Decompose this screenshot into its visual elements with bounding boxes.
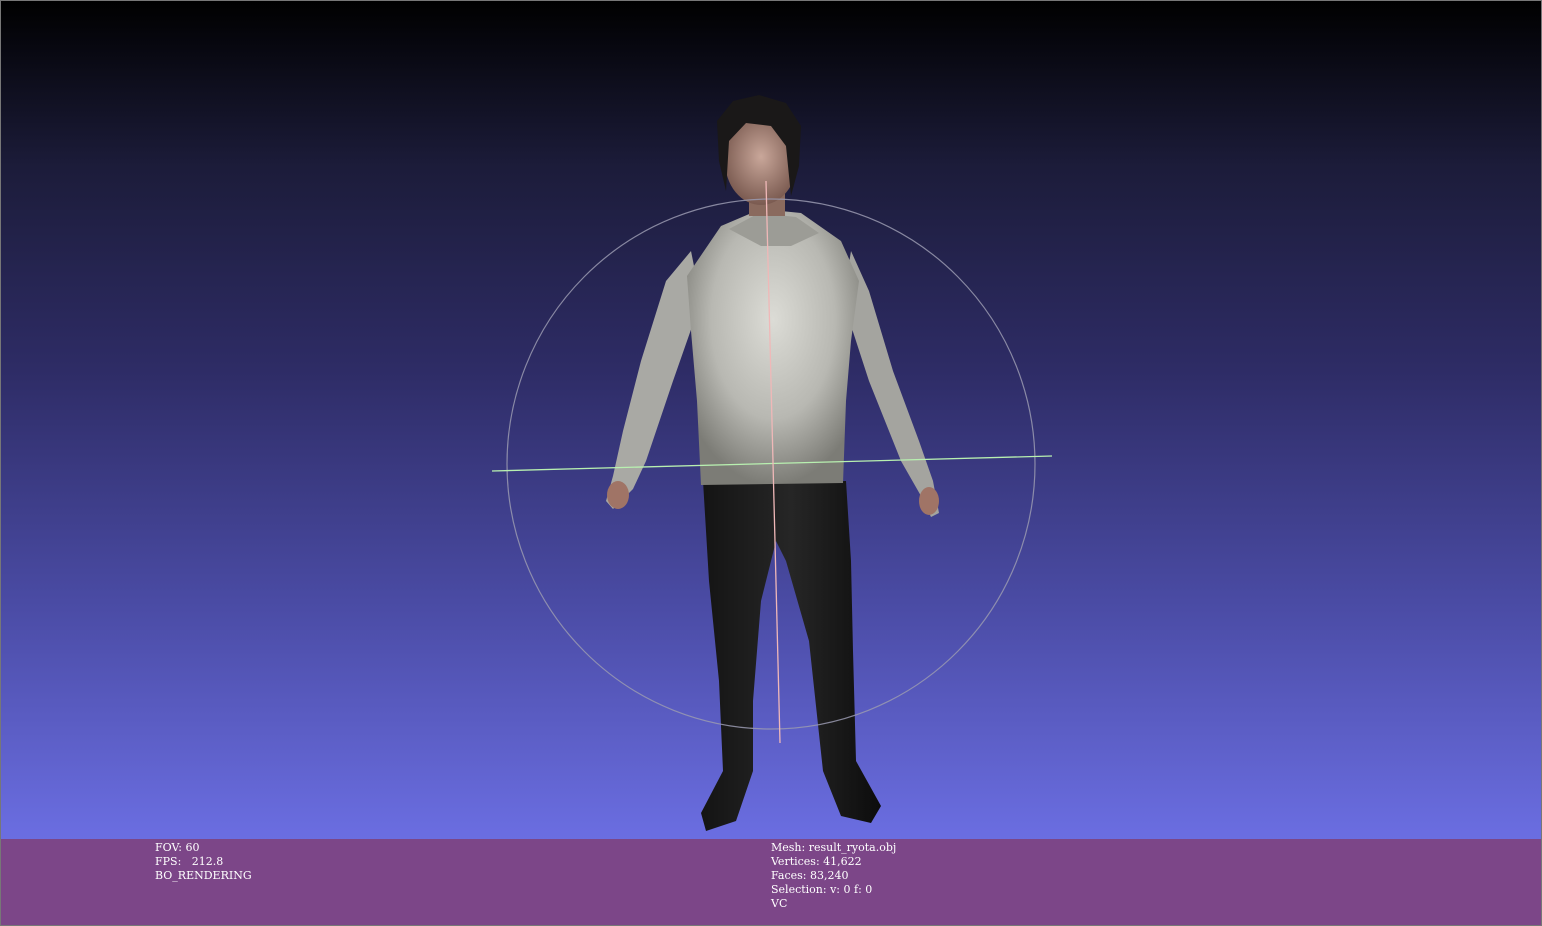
mesh-name-readout: Mesh: result_ryota.obj — [771, 841, 897, 854]
selection-readout: Selection: v: 0 f: 0 — [771, 883, 873, 896]
mesh-left-arm — [606, 251, 701, 509]
render-mode-readout: BO_RENDERING — [155, 869, 252, 882]
mesh-right-hand — [919, 487, 939, 515]
fov-readout: FOV: 60 — [155, 841, 200, 854]
status-info-bar: FOV: 60 FPS: 212.8 BO_RENDERING Mesh: re… — [1, 839, 1541, 925]
mesh-left-hand — [607, 481, 629, 509]
fps-readout: FPS: 212.8 — [155, 855, 224, 868]
render-info-panel: FOV: 60 FPS: 212.8 BO_RENDERING — [155, 841, 252, 883]
scene-canvas[interactable] — [1, 1, 1542, 926]
mesh-info-panel: Mesh: result_ryota.obj Vertices: 41,622 … — [771, 841, 896, 911]
color-mode-readout: VC — [771, 897, 788, 910]
vertices-readout: Vertices: 41,622 — [771, 855, 862, 868]
3d-viewport[interactable]: FOV: 60 FPS: 212.8 BO_RENDERING Mesh: re… — [0, 0, 1542, 926]
faces-readout: Faces: 83,240 — [771, 869, 849, 882]
mesh-pants — [701, 481, 881, 831]
